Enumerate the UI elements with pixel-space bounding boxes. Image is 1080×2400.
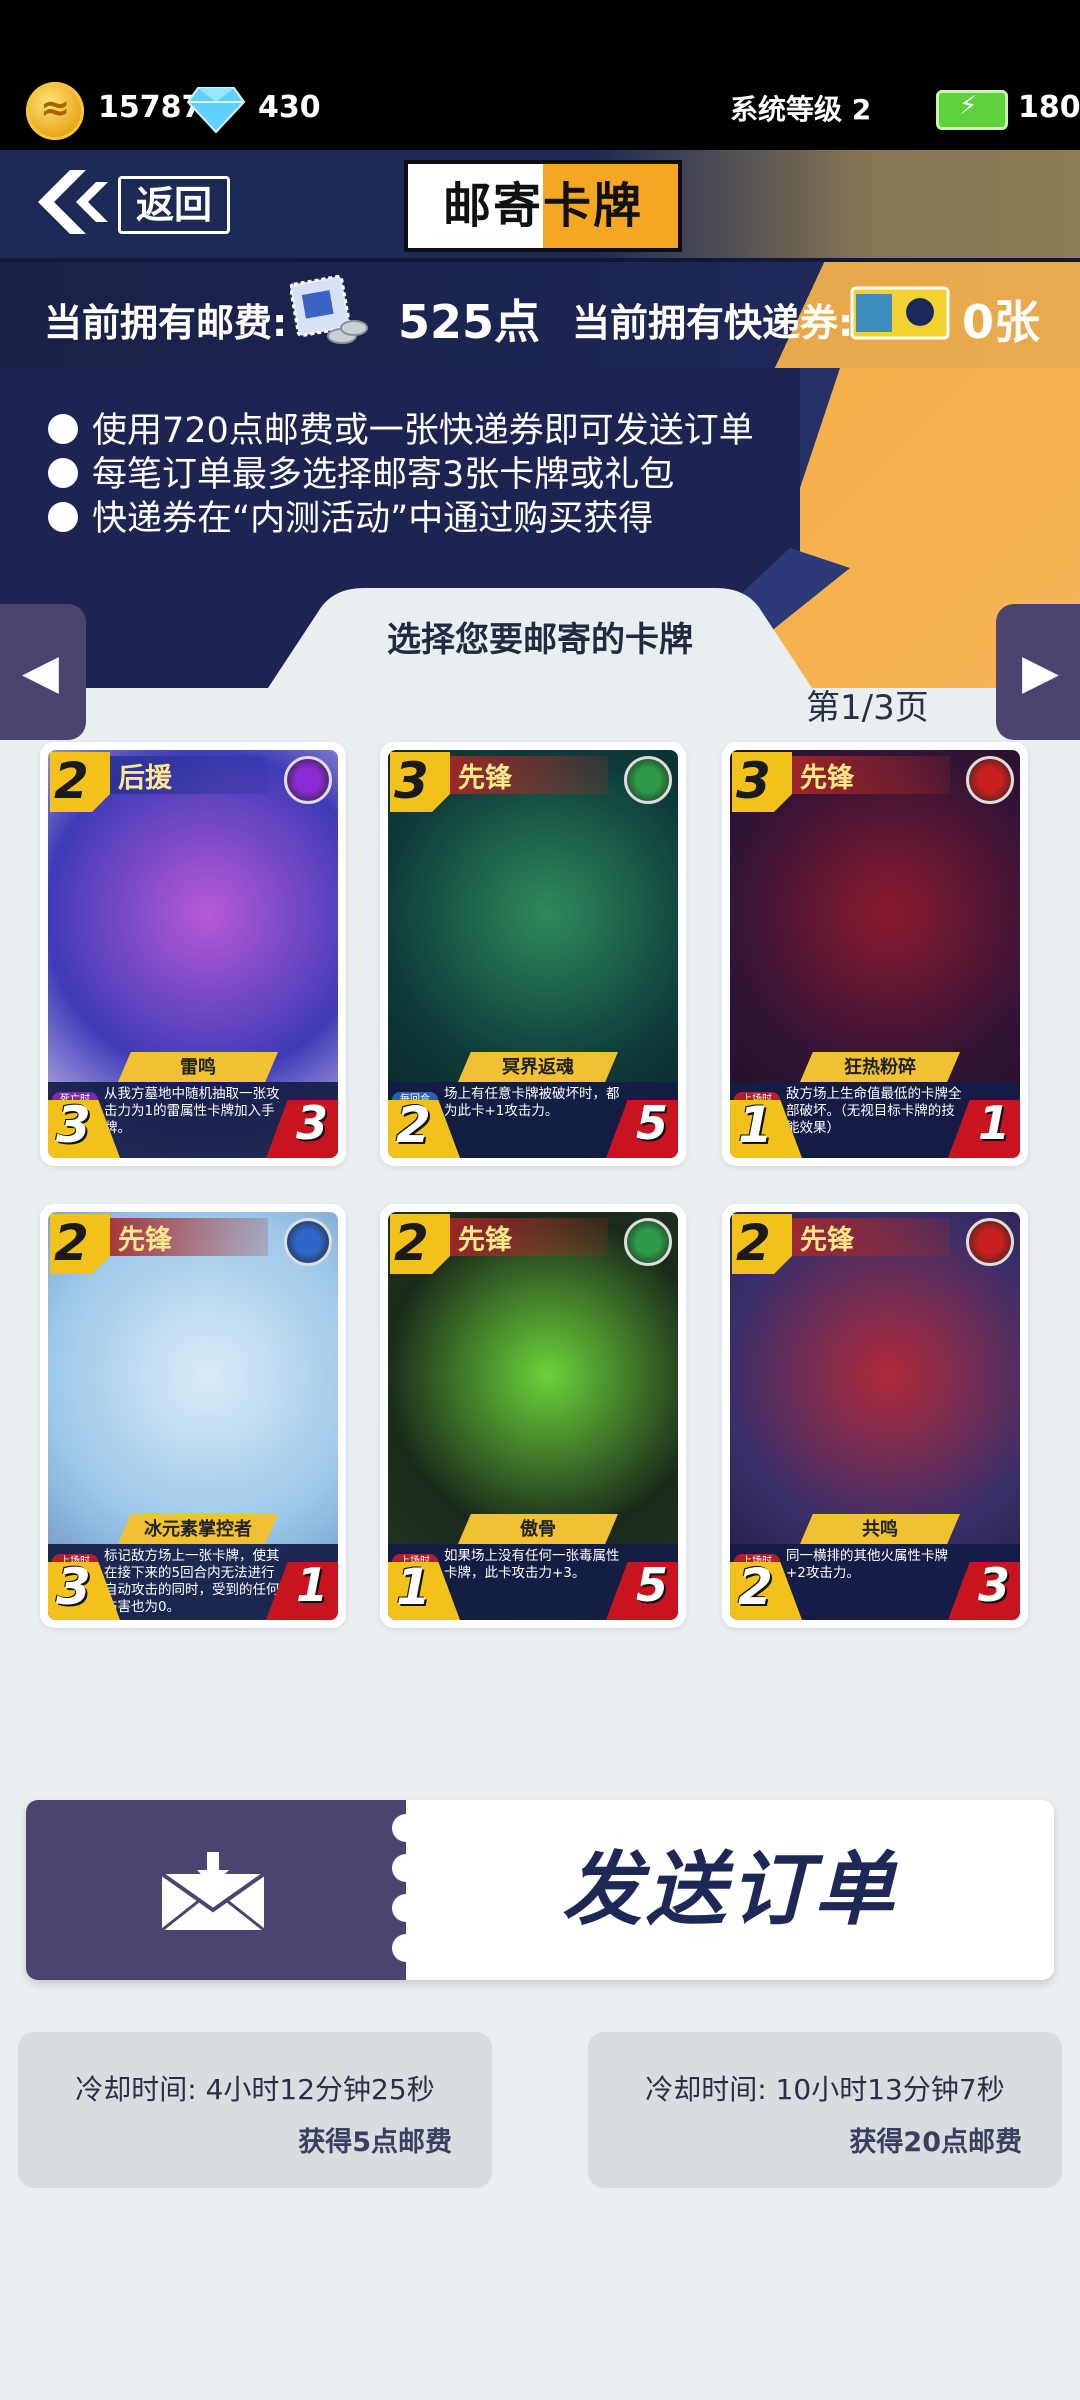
cooldown-box-1[interactable]: 冷却时间: 4小时12分钟25秒 获得5点邮费 [18,2032,492,2188]
fire-icon [966,756,1014,804]
card-frame: 先锋 2 冰元素掌控者 上场时 标记敌方场上一张卡牌，使其在接下来的5回合内无法进行自动… [48,1212,338,1620]
page-indicator: 第1/3页 [806,688,929,728]
card-name: 狂热粉碎 [844,1057,916,1078]
send-order-label: 发送订单 [562,1843,898,1936]
back-chevron-icon [38,170,108,234]
arrow-right-icon: ▶ [1022,644,1059,700]
card-cost: 3 [736,752,771,810]
card-attack: 3 [56,1096,91,1154]
card-attack: 3 [56,1558,91,1616]
card-hp: 5 [635,1096,668,1150]
postage-fee-label: 当前拥有邮费: [44,301,288,345]
card-hp: 1 [977,1096,1010,1150]
card-frame: 后援 2 雷鸣 死亡时 从我方墓地中随机抽取一张攻击力为1的雷属性卡牌加入手牌。 3 3 [48,750,338,1158]
express-ticket-icon [850,286,950,340]
coin-icon [26,82,84,140]
send-order-button[interactable]: 发送订单 [26,1800,1054,1980]
card[interactable]: 先锋 2 冰元素掌控者 上场时 标记敌方场上一张卡牌，使其在接下来的5回合内无法进行自动… [40,1204,346,1628]
card-hp: 3 [295,1096,328,1150]
card-role: 后援 [118,763,172,794]
diamond-icon [186,87,246,134]
card-description: 敌方场上生命值最低的卡牌全部破坏。（无视目标卡牌的技能效果） [786,1086,962,1136]
card-attack: 2 [738,1558,773,1616]
arrow-left-icon: ◀ [22,644,59,700]
card-cost: 2 [394,1214,429,1272]
card[interactable]: 后援 2 雷鸣 死亡时 从我方墓地中随机抽取一张攻击力为1的雷属性卡牌加入手牌。 3 3 [40,742,346,1166]
energy-icon [936,90,1008,130]
card-hp: 5 [635,1558,668,1612]
express-ticket-label: 当前拥有快递券: [572,301,854,345]
system-level: 系统等级 2 [730,93,872,126]
card[interactable]: 先锋 2 共鸣 上场时 同一横排的其他火属性卡牌+2攻击力。 2 3 [722,1204,1028,1628]
cooldown-time: 冷却时间: 4小时12分钟25秒 [75,2073,435,2106]
card[interactable]: 先锋 2 傲骨 上场时 如果场上没有任何一张毒属性卡牌，此卡攻击力+3。 1 5 [380,1204,686,1628]
ice-icon [284,1218,332,1266]
card-cost: 2 [54,1214,89,1272]
card-role: 先锋 [118,1225,172,1256]
card-name: 冰元素掌控者 [144,1519,252,1540]
cooldown-reward: 获得5点邮费 [298,2127,452,2158]
card-role: 先锋 [800,1225,854,1256]
card[interactable]: 先锋 3 狂热粉碎 上场时 敌方场上生命值最低的卡牌全部破坏。（无视目标卡牌的技能效果）… [722,742,1028,1166]
mail-icon [160,1852,266,1932]
card-frame: 先锋 2 傲骨 上场时 如果场上没有任何一张毒属性卡牌，此卡攻击力+3。 1 5 [388,1212,678,1620]
card-description: 标记敌方场上一张卡牌，使其在接下来的5回合内无法进行自动攻击的同时，受到的任何伤… [104,1548,280,1615]
postage-fee-value: 525点 [398,295,541,349]
card-hp: 1 [295,1558,328,1612]
status-bar [0,0,1080,150]
card-name: 傲骨 [520,1519,556,1540]
card-role: 先锋 [458,763,512,794]
next-page-button[interactable]: ▶ [996,604,1080,740]
lightning-icon [284,756,332,804]
card-name: 雷鸣 [180,1057,216,1078]
diamond-count: 430 [258,90,321,125]
energy-count: 180 [1018,90,1080,125]
card-role: 先锋 [800,763,854,794]
card-name: 共鸣 [862,1519,898,1540]
card-frame: 先锋 2 共鸣 上场时 同一横排的其他火属性卡牌+2攻击力。 2 3 [730,1212,1020,1620]
card-description: 如果场上没有任何一张毒属性卡牌，此卡攻击力+3。 [444,1548,620,1581]
card-attack: 1 [396,1558,431,1616]
cooldown-reward: 获得20点邮费 [849,2127,1022,2158]
card-frame: 先锋 3 冥界返魂 每回合 场上有任意卡牌被破坏时，都为此卡+1攻击力。 2 5 [388,750,678,1158]
card-description: 从我方墓地中随机抽取一张攻击力为1的雷属性卡牌加入手牌。 [104,1086,280,1136]
cooldown-time: 冷却时间: 10小时13分钟7秒 [645,2073,1005,2106]
card-name: 冥界返魂 [502,1057,574,1078]
card-attack: 1 [738,1096,773,1154]
card-cost: 2 [736,1214,771,1272]
card-description: 场上有任意卡牌被破坏时，都为此卡+1攻击力。 [444,1086,620,1119]
cooldown-box-2[interactable]: 冷却时间: 10小时13分钟7秒 获得20点邮费 [588,2032,1062,2188]
rule-item-3: 快递券在“内测活动”中通过购买获得 [48,490,653,541]
toxin-icon [624,756,672,804]
stamp-icon [290,275,368,344]
toxin-icon [624,1218,672,1266]
select-title: 选择您要邮寄的卡牌 [387,620,693,660]
back-button[interactable]: 返回 [30,166,230,238]
card-attack: 2 [396,1096,431,1154]
card-cost: 3 [394,752,429,810]
card[interactable]: 先锋 3 冥界返魂 每回合 场上有任意卡牌被破坏时，都为此卡+1攻击力。 2 5 [380,742,686,1166]
card-description: 同一横排的其他火属性卡牌+2攻击力。 [786,1548,948,1581]
page-title: 邮寄卡牌 [404,160,682,252]
prev-page-button[interactable]: ◀ [0,604,86,740]
fire-icon [966,1218,1014,1266]
back-label: 返回 [118,176,230,234]
card-frame: 先锋 3 狂热粉碎 上场时 敌方场上生命值最低的卡牌全部破坏。（无视目标卡牌的技能效果）… [730,750,1020,1158]
card-cost: 2 [54,752,89,810]
card-role: 先锋 [458,1225,512,1256]
express-ticket-value: 0张 [962,295,1041,349]
card-hp: 3 [977,1558,1010,1612]
